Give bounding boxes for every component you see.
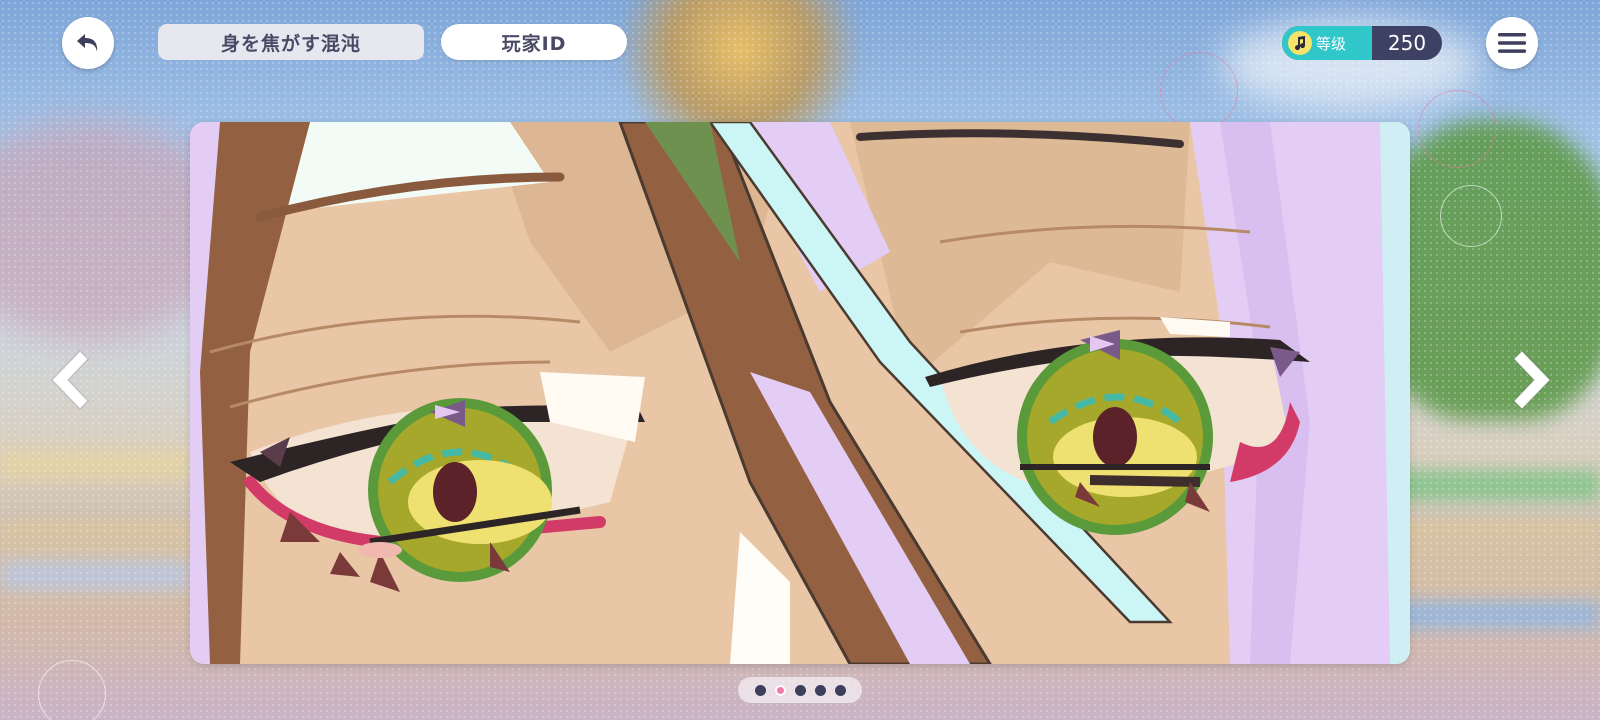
page-dot-4[interactable]	[814, 684, 826, 696]
next-image-button[interactable]	[1508, 345, 1562, 415]
page-dot-2[interactable]	[774, 684, 786, 696]
menu-button[interactable]	[1486, 17, 1538, 69]
page-dot-1[interactable]	[754, 684, 766, 696]
gallery-pagination	[738, 677, 862, 703]
level-badge: 等级 250	[1282, 26, 1442, 60]
player-id-button[interactable]: 玩家ID	[441, 24, 627, 60]
back-arrow-icon	[77, 34, 98, 52]
chevron-left-icon	[50, 349, 90, 411]
hamburger-menu-icon	[1498, 33, 1526, 53]
level-value: 250	[1387, 31, 1427, 55]
page-dot-5[interactable]	[834, 684, 846, 696]
chevron-right-icon	[1512, 349, 1552, 411]
music-note-icon	[1288, 31, 1312, 55]
level-tag: 等级	[1282, 26, 1372, 60]
title-label: 身を焦がす混沌	[158, 24, 424, 60]
page-dot-3[interactable]	[794, 684, 806, 696]
back-button[interactable]	[62, 17, 114, 69]
level-label: 等级	[1316, 34, 1347, 53]
character-illustration	[190, 122, 1410, 664]
card-artwork[interactable]	[190, 122, 1410, 664]
previous-image-button[interactable]	[40, 345, 94, 415]
